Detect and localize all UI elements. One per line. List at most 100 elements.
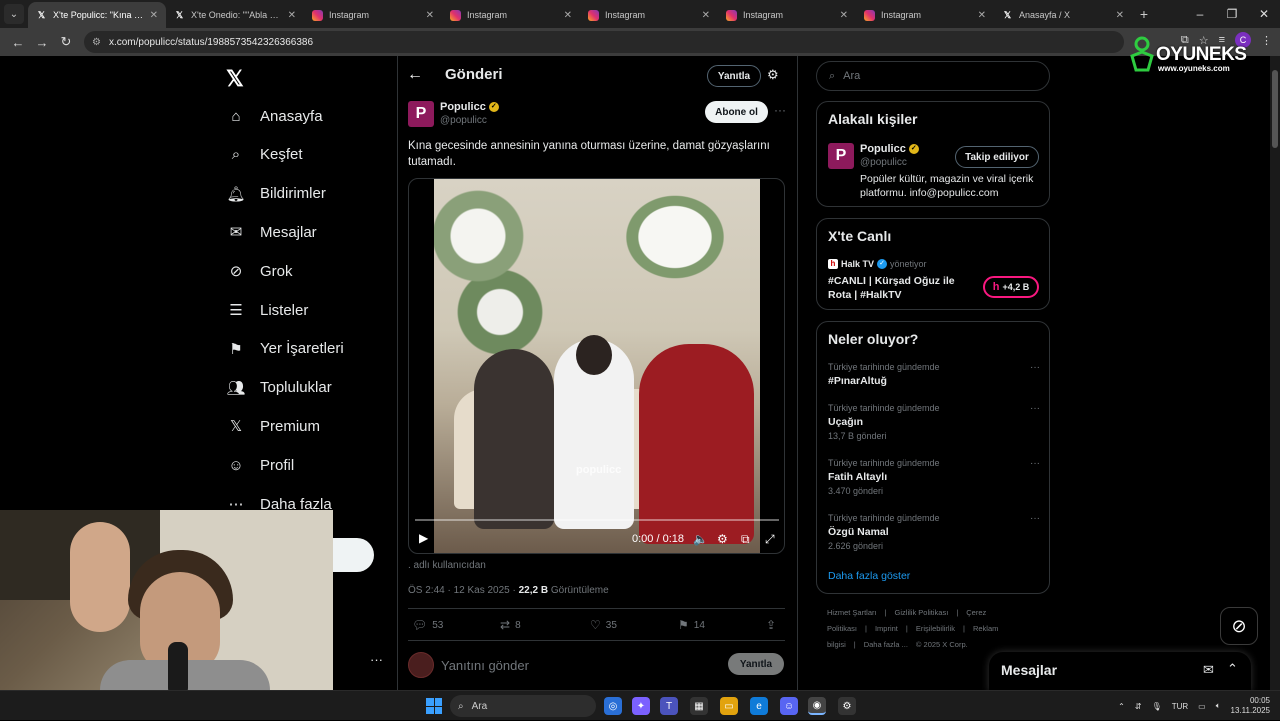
video-player[interactable]: populicc ▶ 0:00 / 0:18 🔈 ⚙ ⧉ ⤢	[408, 178, 785, 554]
browser-tab[interactable]: 𝕏 Anasayfa / X ✕	[994, 2, 1132, 28]
close-tab-icon[interactable]: ✕	[702, 10, 710, 21]
edge-icon[interactable]: e	[750, 697, 768, 715]
live-stream-title[interactable]: #CANLI | Kürşad Oğuz ile Rota | #HalkTV	[828, 274, 978, 302]
close-tab-icon[interactable]: ✕	[1116, 10, 1124, 21]
volume-icon[interactable]: 🔈	[693, 532, 708, 546]
search-input[interactable]: ⌕ Ara	[816, 61, 1050, 91]
teams-icon[interactable]: T	[660, 697, 678, 715]
footer-link[interactable]: © 2025 X Corp.	[916, 640, 968, 649]
network-icon[interactable]: ⇵	[1135, 702, 1142, 711]
close-tab-icon[interactable]: ✕	[840, 10, 848, 21]
nav-item-grok[interactable]: ⊘ Grok	[226, 256, 293, 286]
reply-send-button[interactable]: Yanıtla	[728, 653, 784, 675]
scrollbar-thumb[interactable]	[1272, 70, 1278, 148]
fullscreen-icon[interactable]: ⤢	[765, 532, 775, 547]
clock[interactable]: 00:05 13.11.2025	[1231, 696, 1270, 716]
related-name[interactable]: Populicc ✓	[860, 143, 919, 155]
discord-icon[interactable]: ☺	[780, 697, 798, 715]
display-icon[interactable]: ▭	[1198, 702, 1206, 711]
copilot-icon[interactable]: ◎	[604, 697, 622, 715]
subscribe-button[interactable]: Abone ol	[705, 101, 768, 123]
app-icon[interactable]: ⚙	[838, 697, 856, 715]
footer-link[interactable]: Imprint	[875, 624, 898, 633]
trend-more-icon[interactable]: ···	[1030, 513, 1040, 524]
author-name[interactable]: Populicc ✓	[440, 101, 499, 113]
trend-more-icon[interactable]: ···	[1030, 362, 1040, 373]
tray-expand-icon[interactable]: ⌃	[1118, 702, 1125, 711]
close-window-icon[interactable]: ✕	[1248, 0, 1280, 28]
new-tab-button[interactable]: +	[1132, 6, 1156, 22]
browser-tab[interactable]: 𝕏 X'te Onedio: ""Abla evlen ✕	[166, 2, 304, 28]
trend-more-icon[interactable]: ···	[1030, 458, 1040, 469]
close-tab-icon[interactable]: ✕	[978, 10, 986, 21]
reply-input[interactable]: Yanıtını gönder	[441, 658, 529, 673]
related-avatar[interactable]: P	[828, 143, 854, 169]
from-user-label[interactable]: . adlı kullanıcıdan	[408, 560, 486, 571]
trend-item[interactable]: Türkiye tarihinde gündemde Uçağın 13,7 B…	[828, 403, 1040, 441]
volume-icon[interactable]: 🔈︎	[1216, 701, 1221, 711]
new-message-icon[interactable]: ✉	[1203, 662, 1214, 678]
trend-more-icon[interactable]: ···	[1030, 403, 1040, 414]
footer-link[interactable]: Gizlilik Politikası	[895, 608, 949, 617]
messages-drawer[interactable]: Mesajlar ✉ ⌃	[989, 652, 1251, 690]
sliders-icon[interactable]: ⚙	[767, 67, 779, 83]
widgets-icon[interactable]: ✦	[632, 697, 650, 715]
nav-item-people[interactable]: 👥︎ Topluluklar	[226, 373, 331, 403]
forward-icon[interactable]: →	[30, 35, 54, 50]
nav-item-list[interactable]: ☰ Listeler	[226, 295, 308, 325]
page-scrollbar[interactable]	[1270, 56, 1280, 690]
video-progress-bar[interactable]	[415, 519, 779, 521]
live-host[interactable]: h Halk TV ✓ yönetiyor	[828, 259, 927, 269]
reply-action[interactable]: 💬︎ 53	[412, 618, 443, 632]
video-frame[interactable]: populicc	[434, 179, 760, 553]
close-tab-icon[interactable]: ✕	[150, 10, 158, 21]
windows-start-icon[interactable]	[426, 698, 442, 714]
nav-item-mail[interactable]: ✉ Mesajlar	[226, 217, 317, 247]
footer-link[interactable]: Erişilebilirlik	[916, 624, 955, 633]
back-icon[interactable]: ←	[6, 35, 30, 50]
nav-item-bell[interactable]: 🔔︎ Bildirimler	[226, 179, 325, 209]
settings-gear-icon[interactable]: ⚙	[717, 532, 728, 546]
nav-item-home[interactable]: ⌂ Anasayfa	[226, 101, 322, 131]
grok-floating-button[interactable]: ⊘	[1220, 607, 1258, 645]
restore-icon[interactable]: ❐	[1216, 0, 1248, 28]
site-info-icon[interactable]: ⚙	[92, 37, 101, 48]
language-indicator[interactable]: TUR	[1172, 702, 1188, 711]
expand-icon[interactable]: ⌃	[1227, 661, 1238, 677]
x-logo-icon[interactable]: 𝕏	[226, 66, 244, 92]
file-explorer-icon[interactable]: ▭	[720, 697, 738, 715]
browser-menu-icon[interactable]: ⋮	[1261, 34, 1272, 47]
chrome-icon[interactable]: ◉	[808, 697, 826, 715]
author-handle[interactable]: @populicc	[440, 115, 487, 126]
minimize-icon[interactable]: –	[1184, 0, 1216, 28]
url-field[interactable]: ⚙ x.com/populicc/status/1988573542326366…	[84, 31, 1124, 53]
footer-link[interactable]: Hizmet Şartları	[827, 608, 877, 617]
post-more-icon[interactable]: ···	[774, 103, 786, 117]
account-more-icon[interactable]: ···	[370, 652, 383, 667]
bookmark-action[interactable]: ⚑ 14	[678, 618, 705, 632]
nav-item-x[interactable]: 𝕏 Premium	[226, 411, 320, 441]
browser-tab[interactable]: Instagram ✕	[856, 2, 994, 28]
trend-item[interactable]: Türkiye tarihinde gündemde Fatih Altaylı…	[828, 458, 1040, 496]
share-action[interactable]: ⇪	[766, 618, 776, 632]
play-icon[interactable]: ▶	[419, 531, 428, 545]
browser-tab[interactable]: Instagram ✕	[442, 2, 580, 28]
post-timestamp[interactable]: ÖS 2:44 · 12 Kas 2025 ·	[408, 585, 519, 596]
footer-link[interactable]: Daha fazla ...	[864, 640, 908, 649]
related-handle[interactable]: @populicc	[860, 157, 907, 168]
repost-action[interactable]: ⇄ 8	[500, 618, 521, 632]
live-listeners-pill[interactable]: h +4,2 B	[983, 276, 1039, 298]
author-avatar[interactable]: P	[408, 101, 434, 127]
browser-tab[interactable]: Instagram ✕	[580, 2, 718, 28]
show-more-link[interactable]: Daha fazla göster	[828, 570, 910, 582]
browser-tab[interactable]: Instagram ✕	[718, 2, 856, 28]
tab-search-button[interactable]: ⌄	[4, 4, 24, 24]
like-action[interactable]: ♡ 35	[590, 618, 617, 632]
nav-item-bookmark[interactable]: ⚑ Yer İşaretleri	[226, 334, 343, 364]
trend-item[interactable]: Türkiye tarihinde gündemde #PınarAltuğ ·…	[828, 362, 1040, 387]
close-tab-icon[interactable]: ✕	[426, 10, 434, 21]
reload-icon[interactable]: ↻	[54, 34, 78, 50]
close-tab-icon[interactable]: ✕	[564, 10, 572, 21]
nav-item-search[interactable]: ⌕ Keşfet	[226, 140, 303, 170]
store-icon[interactable]: ▦	[690, 697, 708, 715]
